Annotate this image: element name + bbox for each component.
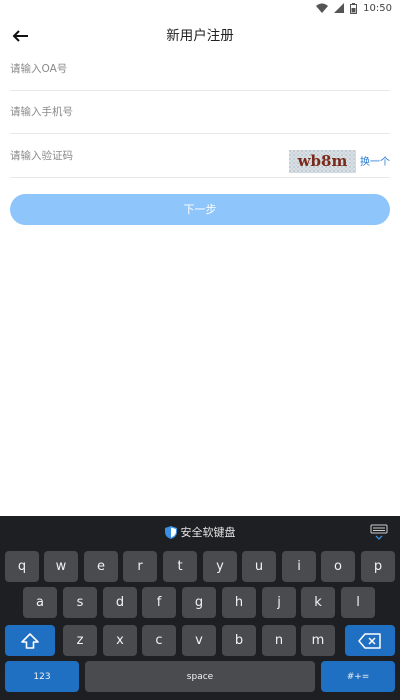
oa-row — [10, 47, 390, 91]
key-p[interactable]: p — [361, 551, 395, 582]
battery-icon — [350, 2, 358, 14]
key-u[interactable]: u — [242, 551, 276, 582]
wifi-icon — [316, 3, 329, 13]
key-c[interactable]: c — [142, 625, 176, 656]
symbols-key[interactable]: #+= — [321, 661, 395, 692]
key-e[interactable]: e — [84, 551, 118, 582]
key-x[interactable]: x — [103, 625, 137, 656]
key-r[interactable]: r — [123, 551, 157, 582]
key-z[interactable]: z — [63, 625, 97, 656]
key-j[interactable]: j — [262, 587, 296, 618]
next-button[interactable]: 下一步 — [10, 194, 390, 225]
refresh-captcha-link[interactable]: 换一个 — [360, 153, 390, 168]
key-d[interactable]: d — [103, 587, 137, 618]
page-title: 新用户注册 — [166, 28, 234, 44]
phone-row — [10, 90, 390, 134]
key-s[interactable]: s — [63, 587, 97, 618]
key-a[interactable]: a — [23, 587, 57, 618]
phone-input[interactable] — [10, 90, 390, 133]
key-g[interactable]: g — [182, 587, 216, 618]
secure-keyboard: 安全软键盘 q w e r t y u i o p a s d f g h j … — [0, 516, 400, 700]
status-bar: 10:50 — [0, 0, 400, 16]
keyboard-header: 安全软键盘 — [0, 516, 400, 548]
key-m[interactable]: m — [301, 625, 335, 656]
key-y[interactable]: y — [203, 551, 237, 582]
key-f[interactable]: f — [142, 587, 176, 618]
shift-key[interactable] — [5, 625, 55, 656]
key-o[interactable]: o — [321, 551, 355, 582]
status-time: 10:50 — [363, 2, 392, 14]
key-k[interactable]: k — [301, 587, 335, 618]
key-t[interactable]: t — [163, 551, 197, 582]
key-n[interactable]: n — [262, 625, 296, 656]
verification-row: wb8m 换一个 — [10, 134, 390, 178]
key-i[interactable]: i — [282, 551, 316, 582]
key-q[interactable]: q — [5, 551, 39, 582]
key-b[interactable]: b — [222, 625, 256, 656]
backspace-key[interactable] — [345, 625, 395, 656]
key-v[interactable]: v — [182, 625, 216, 656]
keyboard-hide-icon[interactable] — [370, 524, 388, 540]
keyboard-title-wrap: 安全软键盘 — [0, 524, 400, 540]
verification-code-input[interactable] — [10, 134, 280, 177]
captcha-image[interactable]: wb8m — [289, 150, 356, 173]
shield-icon — [164, 525, 177, 539]
backspace-icon — [358, 632, 381, 649]
shift-arrow-icon — [21, 632, 39, 649]
captcha-text: wb8m — [297, 152, 348, 170]
key-l[interactable]: l — [341, 587, 375, 618]
space-key[interactable]: space — [85, 661, 315, 692]
keyboard-title: 安全软键盘 — [180, 526, 236, 539]
signal-icon — [334, 3, 345, 13]
key-h[interactable]: h — [222, 587, 256, 618]
key-w[interactable]: w — [44, 551, 78, 582]
numbers-key[interactable]: 123 — [5, 661, 79, 692]
oa-input[interactable] — [10, 47, 390, 90]
